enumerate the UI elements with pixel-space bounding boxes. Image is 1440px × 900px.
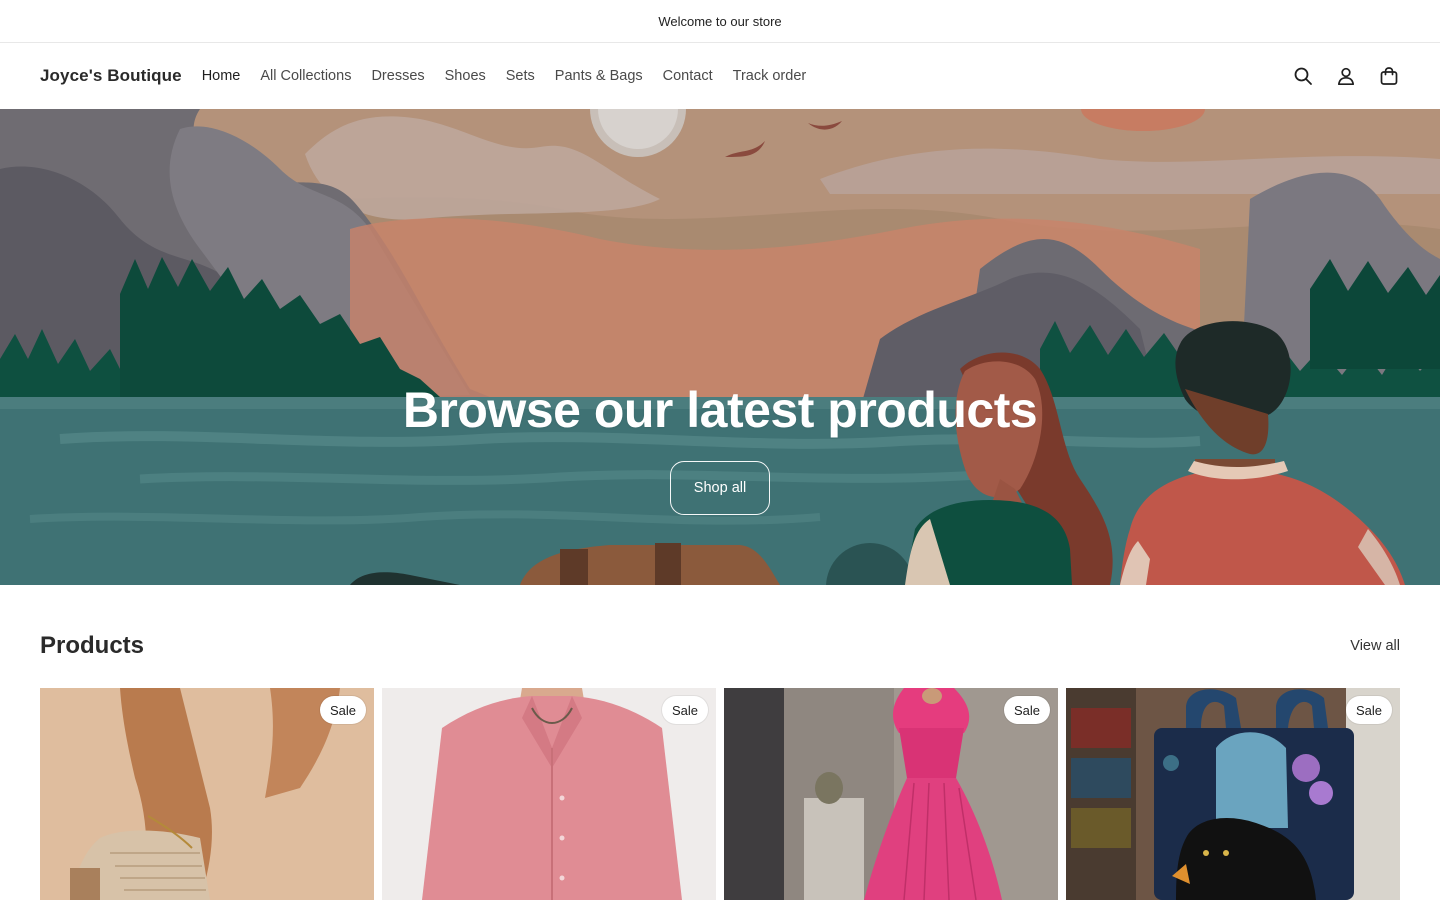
products-header: Products View all (40, 628, 1400, 664)
hero-banner: Browse our latest products Shop all (0, 109, 1440, 585)
product-card[interactable]: Sale (724, 688, 1058, 900)
header-icons (1271, 65, 1400, 87)
sale-badge: Sale (661, 696, 708, 724)
hero-content: Browse our latest products Shop all (0, 381, 1440, 515)
store-logo[interactable]: Joyce's Boutique (40, 66, 182, 86)
site-header: Joyce's Boutique Home All Collections Dr… (0, 43, 1440, 109)
nav-item-dresses[interactable]: Dresses (371, 68, 424, 84)
sale-badge: Sale (1003, 696, 1050, 724)
main-nav: Home All Collections Dresses Shoes Sets … (202, 68, 827, 84)
nav-item-contact[interactable]: Contact (663, 68, 713, 84)
cart-icon[interactable] (1378, 65, 1400, 87)
sale-badge: Sale (319, 696, 366, 724)
sale-badge: Sale (1345, 696, 1392, 724)
product-card[interactable]: Sale (40, 688, 374, 900)
products-title: Products (40, 632, 145, 659)
product-card[interactable]: Sale (382, 688, 716, 900)
shop-all-button[interactable]: Shop all (670, 461, 770, 515)
announcement-text: Welcome to our store (658, 13, 782, 29)
nav-item-sets[interactable]: Sets (506, 68, 535, 84)
product-card[interactable]: Sale (1066, 688, 1400, 900)
announcement-bar: Welcome to our store (0, 0, 1440, 43)
product-grid: Sale Sale Sale Sale (40, 688, 1400, 900)
nav-item-all-collections[interactable]: All Collections (260, 68, 351, 84)
view-all-link[interactable]: View all (1350, 638, 1400, 654)
nav-item-track-order[interactable]: Track order (733, 68, 807, 84)
account-icon[interactable] (1335, 65, 1357, 87)
hero-title: Browse our latest products (402, 382, 1038, 438)
nav-item-pants-bags[interactable]: Pants & Bags (555, 68, 643, 84)
nav-item-shoes[interactable]: Shoes (445, 68, 486, 84)
nav-item-home[interactable]: Home (202, 68, 241, 84)
search-icon[interactable] (1292, 65, 1314, 87)
